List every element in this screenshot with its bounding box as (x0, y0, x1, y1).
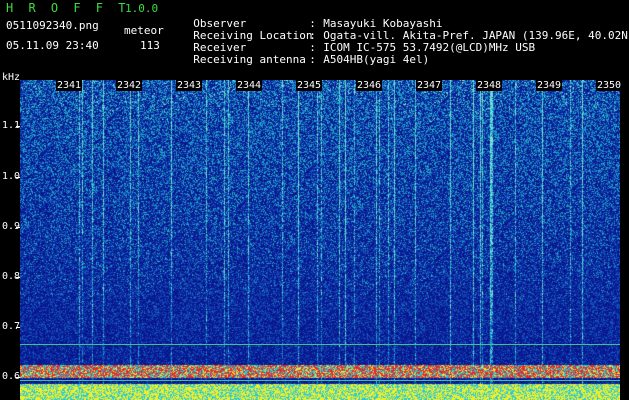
y-tick-mark (16, 227, 20, 228)
time-label: 2343 (176, 80, 203, 91)
time-label: 2347 (416, 80, 443, 91)
time-label: 2344 (236, 80, 263, 91)
guide-line-upper (20, 344, 620, 345)
meteor-label: meteor (124, 24, 164, 37)
time-label: 2342 (116, 80, 143, 91)
time-label: 2349 (536, 80, 563, 91)
antenna-value: A504HB(yagi 4el) (323, 53, 430, 66)
y-tick-mark (16, 177, 20, 178)
y-tick-mark (16, 327, 20, 328)
y-tick-mark (16, 126, 20, 127)
antenna-row: Receiving antenna: A504HB(yagi 4el) (180, 40, 429, 66)
guide-line-lower (20, 380, 620, 381)
date-time: 05.11.09 23:40 (6, 39, 99, 52)
time-label: 2346 (356, 80, 383, 91)
spectrogram-canvas (20, 80, 620, 400)
time-label: 2348 (476, 80, 503, 91)
y-tick-mark (16, 277, 20, 278)
antenna-label: Receiving antenna (193, 53, 306, 66)
antenna-sep: : (309, 53, 316, 66)
y-tick-mark (16, 377, 20, 378)
time-label: 2350 (596, 80, 623, 91)
app-version: 1.0.0 (125, 2, 159, 15)
time-label: 2341 (56, 80, 83, 91)
time-label: 2345 (296, 80, 323, 91)
y-axis-unit: kHz (2, 72, 21, 83)
meteor-count: 113 (140, 39, 160, 52)
file-name: 0511092340.png (6, 19, 99, 32)
app-brand: H R O F F T (6, 1, 130, 15)
